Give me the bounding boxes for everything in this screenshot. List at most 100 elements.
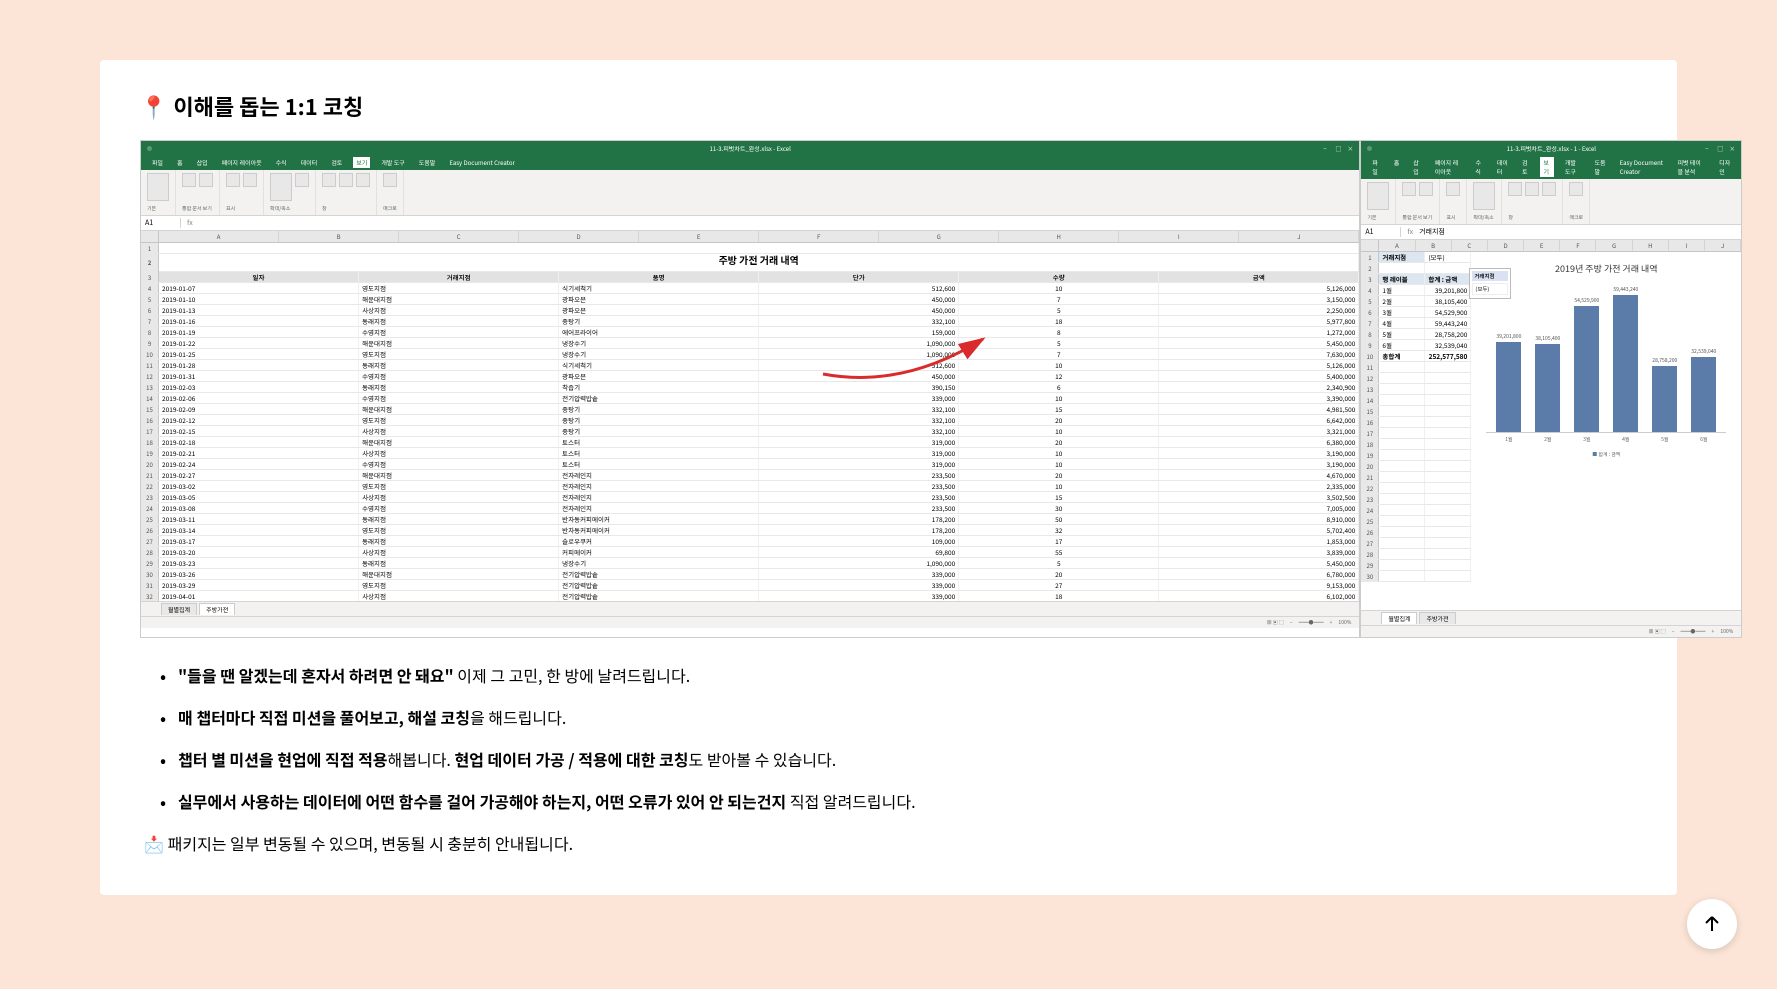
- table-row: 52019-01-10해운대지점광파오븐450,00073,150,000: [141, 294, 1359, 305]
- maximize-icon: □: [1717, 144, 1725, 152]
- ribbon-tab: 페이지 레이아웃: [1432, 157, 1465, 177]
- chart-bar: 39,201,800: [1496, 333, 1521, 432]
- sheet-tab: 월별집계: [161, 603, 197, 615]
- ribbon-tab: 데이터: [298, 157, 321, 168]
- table-row: 232019-03-05사상지점전자레인지233,500153,502,500: [141, 492, 1359, 503]
- ribbon-tab: 개발 도구: [378, 157, 407, 168]
- table-row: 222019-03-02영도지점전자레인지233,500102,335,000: [141, 481, 1359, 492]
- title-bar: 11-3.피벗차트_완성.xlsx - 1 - Excel −□×: [1361, 141, 1741, 155]
- ribbon-tab: 홈: [174, 157, 186, 168]
- excel-window-right: 11-3.피벗차트_완성.xlsx - 1 - Excel −□× 파일홈삽입페…: [1360, 140, 1742, 638]
- ribbon-tab: Easy Document Creator: [446, 157, 517, 168]
- pivot-row: 63월54,529,900: [1361, 307, 1471, 318]
- normal-view-icon: [147, 173, 169, 201]
- table-row: 312019-03-29영도지점전기압력밥솥339,000279,153,000: [141, 580, 1359, 591]
- chart-bar: 32,539,040: [1691, 348, 1716, 432]
- bullet-item: 매 챕터마다 직접 미션을 풀어보고, 해설 코칭을 해드립니다.: [160, 705, 1742, 729]
- ribbon-tab: 개발 도구: [1562, 157, 1584, 177]
- bullet-item: "들을 땐 알겠는데 혼자서 하려면 안 돼요" 이제 그 고민, 한 방에 날…: [160, 663, 1742, 687]
- table-row: 132019-02-03동래지점착즙기390,15062,340,900: [141, 382, 1359, 393]
- fx-icon: fx: [181, 218, 199, 228]
- ribbon-tab: 도움말: [416, 157, 439, 168]
- title-bar: 11-3.피벗차트_완성.xlsx - Excel −□×: [141, 141, 1359, 155]
- fx-icon: fx: [1401, 227, 1419, 237]
- chart-bar: 54,529,900: [1574, 297, 1599, 432]
- table-row: 322019-04-01사상지점전기압력밥솥339,000186,102,000: [141, 591, 1359, 601]
- zoom-icon: [270, 173, 292, 201]
- sheet-tab: 주방가전: [1419, 612, 1455, 624]
- ribbon-tab: 디자인: [1716, 157, 1733, 177]
- ribbon-tab: 파일: [1369, 157, 1382, 177]
- ribbon-tab: 보기: [353, 157, 370, 168]
- ribbon: 기본 통합 문서 보기 표시 확대/축소 창 매크로: [1361, 179, 1741, 225]
- sheet-tab: 월별집계: [1381, 612, 1417, 624]
- table-row: 82019-01-19수영지점에어프라이어159,00081,272,000: [141, 327, 1359, 338]
- scroll-top-button[interactable]: [1687, 899, 1737, 949]
- table-row: 262019-03-14영도지점반자동커피메이커178,200325,702,4…: [141, 525, 1359, 536]
- table-row: 42019-01-07영도지점식기세척기512,600105,126,000: [141, 283, 1359, 294]
- ribbon-tab: 페이지 레이아웃: [219, 157, 265, 168]
- pin-icon: 📍: [140, 90, 167, 122]
- ribbon-tab: 검토: [1519, 157, 1532, 177]
- section-title: 📍 이해를 돕는 1:1 코칭: [140, 90, 1742, 122]
- ribbon-tab: 수식: [1473, 157, 1486, 177]
- chart-legend: 합계 : 금액: [1486, 451, 1726, 458]
- ribbon-tab: 보기: [1540, 157, 1553, 177]
- table-row: 272019-03-17동래지점슬로우쿠커109,000171,853,000: [141, 536, 1359, 547]
- table-row: 242019-03-08수영지점전자레인지233,500307,005,000: [141, 503, 1359, 514]
- chart-bar: 38,105,400: [1535, 335, 1560, 432]
- ribbon-tab: 홈: [1391, 157, 1403, 177]
- ribbon: 기본 통합 문서 보기 표시 확대/축소 창 매크로: [141, 170, 1359, 216]
- table-row: 72019-01-16동래지점중탕기332,100185,977,800: [141, 316, 1359, 327]
- chart-bar: 28,758,200: [1652, 357, 1677, 432]
- table-row: 122019-01-31수영지점광파오븐450,000125,400,000: [141, 371, 1359, 382]
- table-row: 112019-01-28동래지점식기세척기512,600105,126,000: [141, 360, 1359, 371]
- table-row: 252019-03-11동래지점반자동커피메이커178,200508,910,0…: [141, 514, 1359, 525]
- ribbon-tab: 데이터: [1494, 157, 1511, 177]
- note: 📩 패키지는 일부 변동될 수 있으며, 변동될 시 충분히 안내됩니다.: [140, 831, 1742, 855]
- pivot-row: 74월59,443,240: [1361, 318, 1471, 329]
- pivot-row: 96월32,539,040: [1361, 340, 1471, 351]
- pivot-row: 85월28,758,200: [1361, 329, 1471, 340]
- arrow-up-icon: [1702, 914, 1722, 934]
- pivot-table: 1거래지점(모두) 2 3행 레이블합계 : 금액 41월39,201,8005…: [1361, 252, 1471, 610]
- table-row: 152019-02-09해운대지점중탕기332,100154,981,500: [141, 404, 1359, 415]
- table-row: 292019-03-23동래지점냉장수기1,090,00055,450,000: [141, 558, 1359, 569]
- view-icons: ▦ ▣ ▢: [1267, 619, 1284, 626]
- table-row: 162019-02-12영도지점중탕기332,100206,642,000: [141, 415, 1359, 426]
- table-row: 92019-01-22해운대지점냉장수기1,090,00055,450,000: [141, 338, 1359, 349]
- pivot-chart: 2019년 주방 가전 거래 내역 39,201,800 38,105,400 54…: [1471, 252, 1741, 610]
- sheet-tab: 주방가전: [199, 603, 235, 615]
- table-row: 302019-03-26해운대지점전기압력밥솥339,000206,780,00…: [141, 569, 1359, 580]
- ribbon-tab: 파일: [149, 157, 166, 168]
- table-row: 282019-03-20사상지점커피메이커69,800553,839,000: [141, 547, 1359, 558]
- excel-screenshots: 11-3.피벗차트_완성.xlsx - Excel −□× 파일홈삽입페이지 레…: [140, 140, 1742, 638]
- slicer: 거래지점 (모두): [1469, 268, 1511, 299]
- close-icon: ×: [1729, 144, 1737, 152]
- pivot-row: 52월38,105,400: [1361, 296, 1471, 307]
- table-row: 62019-01-13사상지점광파오븐450,00052,250,000: [141, 305, 1359, 316]
- table-row: 182019-02-18해운대지점토스터319,000206,380,000: [141, 437, 1359, 448]
- bullet-item: 실무에서 사용하는 데이터에 어떤 함수를 걸어 가공해야 하는지, 어떤 오류…: [160, 789, 1742, 813]
- table-row: 192019-02-21사상지점토스터319,000103,190,000: [141, 448, 1359, 459]
- bullet-item: 챕터 별 미션을 현업에 직접 적용해봅니다. 현업 데이터 가공 / 적용에 …: [160, 747, 1742, 771]
- sheet-tabs: 월별집계주방가전: [141, 601, 1359, 616]
- table-title: 주방 가전 거래 내역: [159, 254, 1359, 271]
- ribbon-tab: Easy Document Creator: [1617, 157, 1667, 177]
- autosave-icon: [1367, 146, 1372, 151]
- pivot-row: 41월39,201,800: [1361, 285, 1471, 296]
- table-row: 202019-02-24수영지점토스터319,000103,190,000: [141, 459, 1359, 470]
- autosave-icon: [147, 146, 152, 151]
- table-row: 212019-02-27해운대지점전자레인지233,500204,670,000: [141, 470, 1359, 481]
- ribbon-tab: 도움말: [1592, 157, 1609, 177]
- minimize-icon: −: [1323, 144, 1331, 152]
- ribbon-tabs: 파일홈삽입페이지 레이아웃수식데이터검토보기개발 도구도움말Easy Docum…: [141, 155, 1359, 170]
- excel-window-left: 11-3.피벗차트_완성.xlsx - Excel −□× 파일홈삽입페이지 레…: [140, 140, 1360, 638]
- maximize-icon: □: [1335, 144, 1343, 152]
- chart-title: 2019년 주방 가전 거래 내역: [1486, 262, 1726, 275]
- table-row: 142019-02-06수영지점전기압력밥솥339,000103,390,000: [141, 393, 1359, 404]
- close-icon: ×: [1347, 144, 1355, 152]
- chart-bar: 59,443,240: [1613, 286, 1638, 432]
- ribbon-tab: 삽입: [194, 157, 211, 168]
- table-row: 102019-01-25영도지점냉장수기1,090,00077,630,000: [141, 349, 1359, 360]
